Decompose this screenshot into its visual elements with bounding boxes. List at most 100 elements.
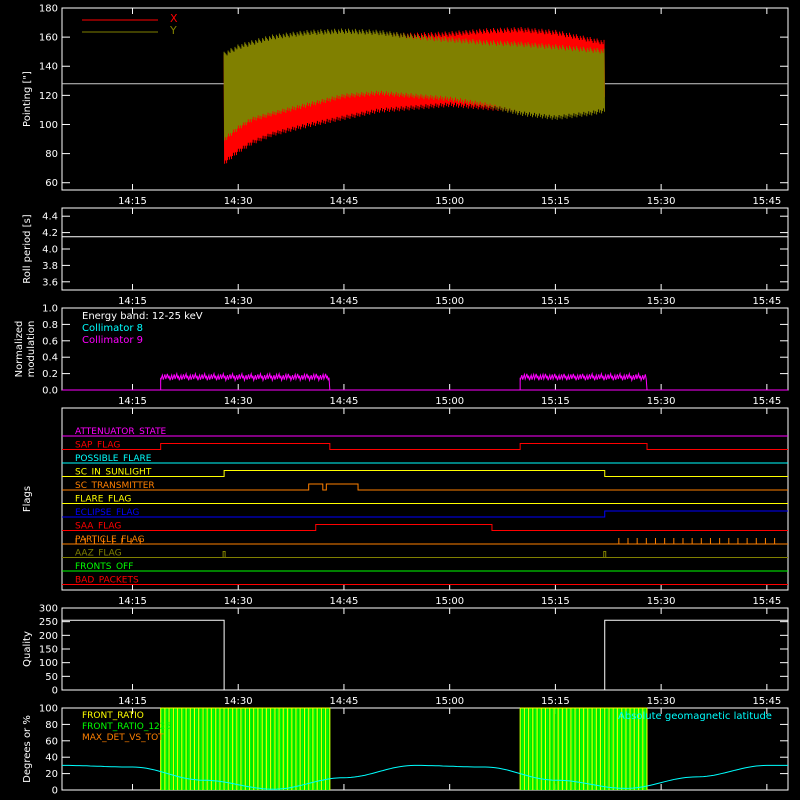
y-tick-label: 200 bbox=[39, 631, 58, 642]
y-axis-label: Degrees or % bbox=[22, 715, 33, 783]
flag-line-sap_flag bbox=[62, 443, 788, 450]
x-tick-label: 15:30 bbox=[647, 596, 676, 607]
x-tick-label: 15:15 bbox=[541, 696, 570, 707]
y-tick-label: 3.8 bbox=[42, 261, 58, 272]
flag-label: ECLIPSE_FLAG bbox=[75, 508, 139, 518]
modulation-segment bbox=[160, 371, 331, 391]
y-axis-label: Flags bbox=[22, 486, 33, 512]
flag-label: FRONTS_OFF bbox=[75, 562, 133, 572]
ratios-legend-label: FRONT_RATIO_1225 bbox=[82, 722, 171, 732]
particle-flag-pulses bbox=[75, 538, 776, 544]
x-tick-label: 14:30 bbox=[224, 696, 253, 707]
x-tick-label: 15:15 bbox=[541, 296, 570, 307]
x-tick-label: 15:45 bbox=[752, 296, 781, 307]
x-tick-label: 14:30 bbox=[224, 196, 253, 207]
flags-frame bbox=[61, 407, 789, 591]
modulation-annotation: Energy band: 12-25 keV bbox=[82, 311, 203, 322]
y-tick-label: 60 bbox=[45, 178, 58, 189]
y-tick-label: 250 bbox=[39, 617, 58, 628]
y-tick-label: 0.8 bbox=[42, 320, 58, 331]
flag-label: AAZ_FLAG bbox=[75, 549, 122, 559]
x-tick-label: 14:15 bbox=[118, 296, 147, 307]
x-tick-label: 14:15 bbox=[118, 396, 147, 407]
y-tick-label: 80 bbox=[45, 149, 58, 160]
modulation-segment bbox=[519, 371, 648, 391]
latitude-annotation: Absolute geomagnetic latitude bbox=[618, 711, 772, 722]
ratios-legend-label: MAX_DET_VS_TOT bbox=[82, 733, 164, 743]
modulation-annotation: Collimator 8 bbox=[82, 323, 143, 334]
y-tick-label: 0.2 bbox=[42, 369, 58, 380]
x-tick-label: 14:30 bbox=[224, 296, 253, 307]
roll-frame bbox=[61, 207, 789, 291]
flag-label: SAP_FLAG bbox=[75, 441, 120, 451]
x-tick-label: 15:15 bbox=[541, 596, 570, 607]
y-tick-label: 140 bbox=[39, 62, 58, 73]
legend-label: Y bbox=[169, 24, 177, 37]
y-tick-label: 60 bbox=[45, 736, 58, 747]
x-tick-label: 15:30 bbox=[647, 396, 676, 407]
flag-label: SAA_FLAG bbox=[75, 522, 121, 532]
y-tick-label: 0 bbox=[52, 686, 58, 697]
x-tick-label: 14:15 bbox=[118, 196, 147, 207]
x-tick-label: 14:45 bbox=[330, 596, 359, 607]
panel-pointing: 14:15 14:30 14:45 15:00 15:15 15:30 15:45 60 80 1… bbox=[22, 4, 789, 207]
x-tick-label: 15:30 bbox=[647, 196, 676, 207]
y-tick-label: 4.4 bbox=[42, 212, 58, 223]
x-tick-label: 15:15 bbox=[541, 196, 570, 207]
y-tick-label: 120 bbox=[39, 91, 58, 102]
y-tick-label: 80 bbox=[45, 720, 58, 731]
quality-line bbox=[62, 619, 788, 691]
panel-quality: 14:15 14:30 14:45 15:00 15:15 15:30 15:45 0 50 10… bbox=[22, 604, 789, 707]
flag-line-sc_in_sunlight bbox=[62, 470, 788, 477]
y-tick-label: 180 bbox=[39, 4, 58, 15]
x-tick-label: 14:30 bbox=[224, 596, 253, 607]
x-tick-label: 14:15 bbox=[118, 596, 147, 607]
x-tick-label: 15:00 bbox=[435, 596, 464, 607]
x-tick-label: 14:45 bbox=[330, 396, 359, 407]
y-tick-label: 160 bbox=[39, 33, 58, 44]
flag-label: FLARE_FLAG bbox=[75, 495, 131, 505]
y-tick-label: 0.0 bbox=[42, 386, 58, 397]
panel-ratios: 0 20 40 60 80 100 Degrees or % FRONT_RATIOFRONT… bbox=[22, 704, 789, 797]
x-tick-label: 15:00 bbox=[435, 296, 464, 307]
y-tick-label: 100 bbox=[39, 120, 58, 131]
flag-label: SC_TRANSMITTER bbox=[75, 481, 155, 491]
x-tick-label: 15:30 bbox=[647, 296, 676, 307]
y-tick-label: 100 bbox=[39, 704, 58, 715]
y-tick-label: 150 bbox=[39, 645, 58, 656]
x-tick-label: 15:45 bbox=[752, 396, 781, 407]
flag-label: POSSIBLE_FLARE bbox=[75, 454, 152, 464]
x-tick-label: 14:45 bbox=[330, 696, 359, 707]
y-tick-label: 4.2 bbox=[42, 228, 58, 239]
panel-flags: 14:15 14:30 14:45 15:00 15:15 15:30 15:45 Flags… bbox=[22, 407, 789, 607]
y-tick-label: 0.6 bbox=[42, 336, 58, 347]
flag-line-saa_flag bbox=[62, 524, 788, 531]
y-tick-label: 50 bbox=[45, 672, 58, 683]
flag-label: SC_IN_SUNLIGHT bbox=[75, 468, 152, 478]
y-tick-label: 3.6 bbox=[42, 277, 58, 288]
aaz-flag-pulse bbox=[222, 551, 226, 558]
modulation-annotation: Collimator 9 bbox=[82, 335, 143, 346]
y-tick-label: 100 bbox=[39, 658, 58, 669]
hessi-quicklook-figure: 14:15 14:30 14:45 15:00 15:15 15:30 15:45 60 80 1… bbox=[14, 4, 789, 797]
y-axis-label: Quality bbox=[22, 631, 33, 667]
x-tick-label: 15:15 bbox=[541, 396, 570, 407]
y-axis-label: modulation bbox=[26, 321, 37, 378]
x-tick-label: 14:30 bbox=[224, 396, 253, 407]
y-axis-label: Pointing ["] bbox=[22, 71, 33, 127]
ratios-legend-label: FRONT_RATIO bbox=[82, 711, 144, 721]
y-tick-label: 4.0 bbox=[42, 245, 58, 256]
flag-label: BAD_PACKETS bbox=[75, 576, 139, 586]
x-tick-label: 14:45 bbox=[330, 296, 359, 307]
y-tick-label: 1.0 bbox=[42, 304, 58, 315]
flag-label: ATTENUATOR_STATE bbox=[75, 427, 167, 437]
front-ratio-burst bbox=[160, 708, 331, 790]
y-tick-label: 20 bbox=[45, 769, 58, 780]
x-tick-label: 15:45 bbox=[752, 596, 781, 607]
y-axis-label: Normalized bbox=[14, 321, 25, 378]
x-tick-label: 15:00 bbox=[435, 196, 464, 207]
x-tick-label: 15:30 bbox=[647, 696, 676, 707]
y-axis-label: Roll period [s] bbox=[22, 214, 33, 283]
y-tick-label: 40 bbox=[45, 753, 58, 764]
flag-line-eclipse_flag bbox=[62, 510, 788, 518]
